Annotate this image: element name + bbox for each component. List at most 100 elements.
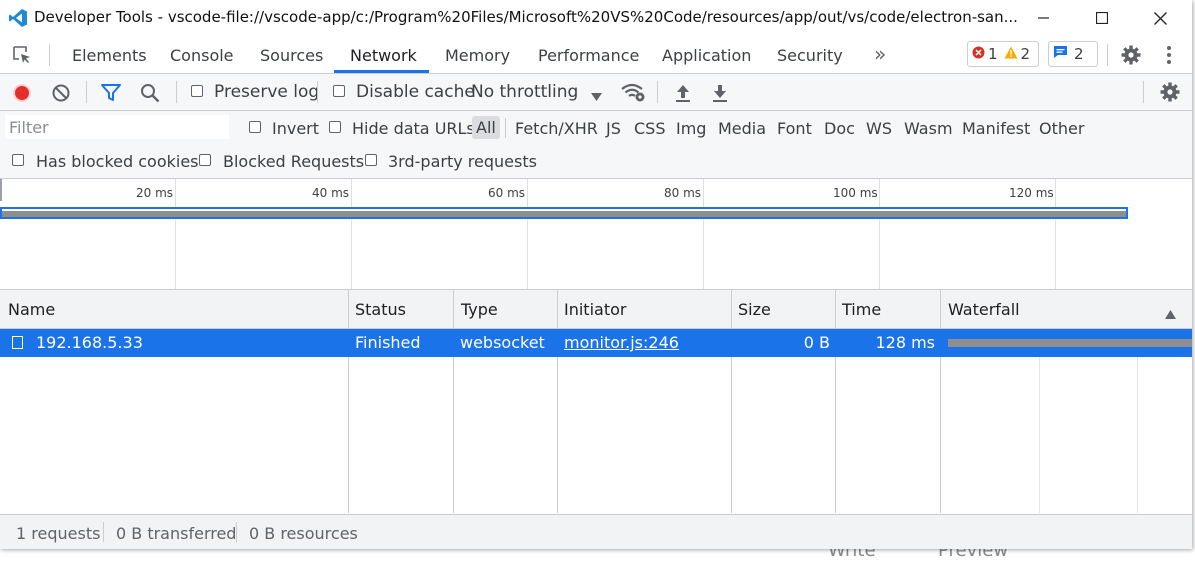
column-divider[interactable] bbox=[348, 290, 349, 513]
disable-cache-label: Disable cache bbox=[356, 82, 475, 102]
tab-sources[interactable]: Sources bbox=[260, 46, 323, 65]
filter-type-js[interactable]: JS bbox=[606, 119, 621, 138]
minimize-button[interactable] bbox=[1015, 0, 1073, 36]
toolbar-divider bbox=[49, 44, 50, 66]
more-tabs-icon[interactable]: » bbox=[874, 42, 886, 66]
network-settings-gear-icon[interactable] bbox=[1159, 81, 1181, 107]
tab-performance[interactable]: Performance bbox=[538, 46, 639, 65]
filter-type-manifest[interactable]: Manifest bbox=[962, 119, 1030, 138]
overview-tick-label: 60 ms bbox=[488, 186, 526, 200]
close-button[interactable] bbox=[1131, 0, 1189, 36]
status-divider bbox=[103, 522, 104, 542]
overview-tick-label: 100 ms bbox=[833, 186, 878, 200]
window-title: Developer Tools - vscode-file://vscode-a… bbox=[34, 8, 1018, 26]
overview-tick-label: 20 ms bbox=[136, 186, 174, 200]
toolbar-divider bbox=[657, 81, 658, 103]
filter-type-doc[interactable]: Doc bbox=[824, 119, 855, 138]
filter-type-wasm[interactable]: Wasm bbox=[904, 119, 953, 138]
tab-security[interactable]: Security bbox=[777, 46, 843, 65]
initiator-link[interactable]: monitor.js:246 bbox=[564, 333, 679, 352]
title-bar: Developer Tools - vscode-file://vscode-a… bbox=[0, 0, 1192, 36]
toolbar-divider bbox=[1143, 81, 1144, 103]
vscode-logo-icon bbox=[8, 8, 28, 32]
chevron-down-icon[interactable] bbox=[591, 88, 602, 106]
column-divider[interactable] bbox=[453, 290, 454, 513]
filter-type-css[interactable]: CSS bbox=[634, 119, 665, 138]
filter-input[interactable] bbox=[5, 115, 229, 139]
blocked-requests-checkbox[interactable] bbox=[199, 154, 211, 166]
filter-type-other[interactable]: Other bbox=[1039, 119, 1084, 138]
transferred-size: 0 B transferred bbox=[116, 524, 237, 543]
throttling-select[interactable]: No throttling bbox=[471, 82, 578, 102]
column-header-time[interactable]: Time bbox=[842, 300, 881, 319]
import-har-upload-icon[interactable] bbox=[674, 83, 692, 107]
third-party-requests-label: 3rd-party requests bbox=[388, 152, 537, 171]
has-blocked-cookies-checkbox[interactable] bbox=[12, 154, 24, 166]
column-divider[interactable] bbox=[731, 290, 732, 513]
filter-funnel-icon[interactable] bbox=[101, 84, 121, 106]
search-icon[interactable] bbox=[140, 83, 160, 107]
overview-tick-label: 40 ms bbox=[312, 186, 350, 200]
hide-data-urls-checkbox[interactable] bbox=[329, 121, 341, 133]
network-overview-timeline[interactable]: 20 ms 40 ms 60 ms 80 ms 100 ms 120 ms bbox=[0, 179, 1192, 290]
toolbar-divider bbox=[176, 81, 177, 103]
column-header-status[interactable]: Status bbox=[355, 300, 406, 319]
invert-checkbox[interactable] bbox=[249, 121, 261, 133]
settings-gear-icon[interactable] bbox=[1120, 44, 1142, 70]
request-size: 0 B bbox=[803, 333, 830, 352]
column-header-type[interactable]: Type bbox=[461, 300, 498, 319]
clear-icon[interactable] bbox=[52, 84, 70, 106]
column-header-waterfall[interactable]: Waterfall bbox=[948, 300, 1020, 319]
preserve-log-checkbox[interactable] bbox=[191, 85, 203, 97]
waterfall-gridline bbox=[1039, 357, 1040, 513]
requests-count: 1 requests bbox=[16, 524, 101, 543]
filter-type-media[interactable]: Media bbox=[718, 119, 766, 138]
request-time: 128 ms bbox=[875, 333, 935, 352]
more-options-icon[interactable] bbox=[1165, 45, 1173, 69]
column-divider[interactable] bbox=[940, 290, 941, 513]
sort-ascending-icon[interactable] bbox=[1165, 305, 1176, 323]
column-divider[interactable] bbox=[557, 290, 558, 513]
overview-gridline bbox=[351, 179, 352, 289]
network-conditions-wifi-icon[interactable] bbox=[620, 81, 646, 107]
panel-tab-bar: Elements Console Sources Network Memory … bbox=[0, 36, 1192, 74]
filter-type-all[interactable]: All bbox=[472, 116, 500, 139]
issues-counter[interactable]: 1 2 bbox=[967, 41, 1039, 67]
tab-application[interactable]: Application bbox=[662, 46, 751, 65]
waterfall-bar bbox=[948, 339, 1192, 347]
tab-memory[interactable]: Memory bbox=[445, 46, 510, 65]
toolbar-divider bbox=[1107, 44, 1108, 66]
filter-type-font[interactable]: Font bbox=[777, 119, 812, 138]
disable-cache-checkbox[interactable] bbox=[333, 85, 345, 97]
third-party-requests-checkbox[interactable] bbox=[365, 154, 377, 166]
filter-divider bbox=[505, 118, 506, 138]
filter-type-img[interactable]: Img bbox=[676, 119, 706, 138]
column-header-name[interactable]: Name bbox=[8, 300, 55, 319]
tab-console[interactable]: Console bbox=[170, 46, 234, 65]
request-status: Finished bbox=[355, 333, 421, 352]
status-bar: 1 requests 0 B transferred 0 B resources bbox=[0, 514, 1192, 549]
warning-count: 2 bbox=[1020, 45, 1031, 63]
filter-type-ws[interactable]: WS bbox=[866, 119, 892, 138]
maximize-button[interactable] bbox=[1073, 0, 1131, 36]
inspect-element-icon[interactable] bbox=[12, 45, 32, 69]
waterfall-gridline bbox=[1137, 357, 1138, 513]
tab-network[interactable]: Network bbox=[350, 46, 417, 65]
messages-counter[interactable]: 2 bbox=[1048, 41, 1098, 67]
devtools-window: Developer Tools - vscode-file://vscode-a… bbox=[0, 0, 1192, 549]
resources-size: 0 B resources bbox=[249, 524, 358, 543]
column-header-initiator[interactable]: Initiator bbox=[564, 300, 626, 319]
request-initiator: monitor.js:246 bbox=[564, 333, 679, 352]
overview-gridline bbox=[175, 179, 176, 289]
tab-elements[interactable]: Elements bbox=[72, 46, 147, 65]
column-divider[interactable] bbox=[835, 290, 836, 513]
message-icon bbox=[1053, 45, 1068, 63]
overview-tick-label: 80 ms bbox=[664, 186, 702, 200]
status-divider bbox=[236, 522, 237, 542]
overview-selection-window[interactable] bbox=[0, 207, 1128, 219]
table-row[interactable]: 192.168.5.33 Finished websocket monitor.… bbox=[0, 329, 1192, 357]
filter-type-fetch-xhr[interactable]: Fetch/XHR bbox=[515, 119, 598, 138]
record-button-icon[interactable] bbox=[12, 83, 32, 107]
column-header-size[interactable]: Size bbox=[738, 300, 771, 319]
export-har-download-icon[interactable] bbox=[711, 83, 729, 107]
